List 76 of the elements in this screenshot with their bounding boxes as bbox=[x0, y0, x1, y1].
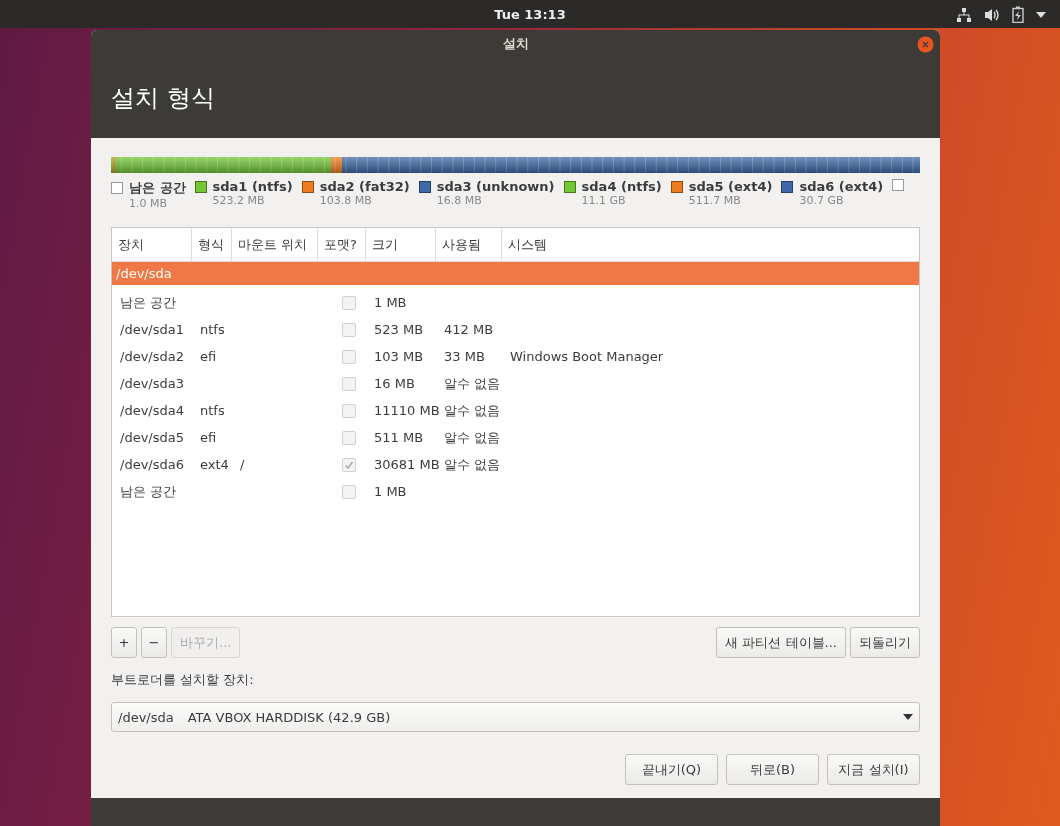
table-cell-text: 남은 공간 bbox=[120, 293, 178, 312]
legend-size: 16.8 MB bbox=[436, 194, 483, 207]
table-cell-text: 33 MB bbox=[444, 349, 486, 364]
format-checkbox[interactable] bbox=[342, 376, 356, 391]
table-cell-text: 1 MB bbox=[374, 484, 408, 499]
table-cell-text: 412 MB bbox=[444, 322, 495, 337]
legend-size: 103.8 MB bbox=[319, 194, 373, 207]
column-header[interactable]: 마운트 위치 bbox=[232, 228, 318, 261]
table-cell-text: ntfs bbox=[200, 403, 226, 418]
column-header[interactable]: 장치 bbox=[112, 228, 192, 261]
table-action-button[interactable]: 되돌리기 bbox=[850, 627, 920, 658]
legend-label: sda3 (unknown) bbox=[436, 179, 555, 194]
network-icon[interactable] bbox=[956, 6, 972, 23]
page-heading: 설치 형식 bbox=[111, 83, 215, 114]
legend-size: 30.7 GB bbox=[799, 194, 845, 207]
table-cell-text: ext4 bbox=[200, 457, 230, 472]
window-title: 설치 bbox=[502, 35, 529, 53]
dialog-button[interactable]: 지금 설치(I) bbox=[827, 754, 920, 785]
column-header[interactable]: 포맷? bbox=[318, 228, 366, 261]
format-checkbox[interactable] bbox=[342, 484, 356, 499]
table-tool-button[interactable]: + bbox=[111, 627, 137, 658]
format-checkbox[interactable] bbox=[342, 430, 356, 445]
table-cell-text: 알수 없음 bbox=[444, 374, 502, 393]
legend-size: 1.0 MB bbox=[129, 197, 169, 210]
table-cell-text: 알수 없음 bbox=[444, 428, 502, 447]
format-checkbox[interactable] bbox=[342, 349, 356, 364]
table-tool-button[interactable]: − bbox=[141, 627, 167, 658]
legend-label: sda6 (ext4) bbox=[799, 179, 884, 194]
table-cell-text: ntfs bbox=[200, 322, 226, 337]
battery-icon[interactable] bbox=[1012, 6, 1024, 23]
table-cell-text: 30681 MB bbox=[374, 457, 441, 472]
legend-label: sda2 (fat32) bbox=[319, 179, 410, 194]
table-cell-text: / bbox=[240, 457, 246, 472]
column-header[interactable]: 사용됨 bbox=[436, 228, 502, 261]
table-cell-text: /dev/sda3 bbox=[120, 376, 185, 391]
table-cell-text: /dev/sda6 bbox=[120, 457, 185, 472]
legend-label: sda5 (ext4) bbox=[688, 179, 773, 194]
table-cell-text: 11110 MB bbox=[374, 403, 441, 418]
legend-label: 남은 공간 bbox=[129, 179, 186, 197]
dialog-button[interactable]: 끝내기(Q) bbox=[625, 754, 718, 785]
legend-label: sda1 (ntfs) bbox=[212, 179, 293, 194]
column-header[interactable]: 크기 bbox=[366, 228, 436, 261]
table-cell-text: 1 MB bbox=[374, 295, 408, 310]
legend-label: sda4 (ntfs) bbox=[581, 179, 662, 194]
legend-size: 523.2 MB bbox=[212, 194, 266, 207]
format-checkbox[interactable] bbox=[342, 295, 356, 310]
caret-icon bbox=[903, 714, 913, 720]
column-header[interactable]: 형식 bbox=[192, 228, 232, 261]
close-icon[interactable] bbox=[917, 36, 934, 53]
legend-size: 11.1 GB bbox=[581, 194, 627, 207]
table-cell-text: /dev/sda5 bbox=[120, 430, 185, 445]
format-checkbox[interactable] bbox=[342, 457, 356, 472]
table-cell-text: Windows Boot Manager bbox=[510, 349, 665, 364]
bootloader-label: 부트로더를 설치할 장치: bbox=[111, 671, 255, 689]
table-cell-text: efi bbox=[200, 349, 218, 364]
format-checkbox[interactable] bbox=[342, 403, 356, 418]
clock[interactable]: Tue 13:13 bbox=[494, 6, 566, 22]
column-header[interactable]: 시스템 bbox=[502, 228, 919, 261]
table-cell-text: 523 MB bbox=[374, 322, 425, 337]
table-cell-text: efi bbox=[200, 430, 218, 445]
table-cell-text: 103 MB bbox=[374, 349, 425, 364]
legend-size: 511.7 MB bbox=[688, 194, 742, 207]
table-cell-text: /dev/sda2 bbox=[120, 349, 185, 364]
table-action-button[interactable]: 새 파티션 테이블... bbox=[716, 627, 846, 658]
table-cell-text: 알수 없음 bbox=[444, 401, 502, 420]
format-checkbox[interactable] bbox=[342, 322, 356, 337]
table-cell-text: 16 MB bbox=[374, 376, 416, 391]
table-cell-text: /dev/sda1 bbox=[120, 322, 185, 337]
volume-icon[interactable] bbox=[984, 7, 1000, 22]
table-cell-text: 511 MB bbox=[374, 430, 425, 445]
table-cell-text: 알수 없음 bbox=[444, 455, 502, 474]
caret-icon[interactable] bbox=[1036, 11, 1046, 18]
table-cell-text: /dev/sda4 bbox=[120, 403, 185, 418]
table-cell-text: 남은 공간 bbox=[120, 482, 178, 501]
dialog-button[interactable]: 뒤로(B) bbox=[726, 754, 819, 785]
bootloader-dropdown[interactable]: /dev/sda ATA VBOX HARDDISK (42.9 GB) bbox=[111, 702, 920, 732]
